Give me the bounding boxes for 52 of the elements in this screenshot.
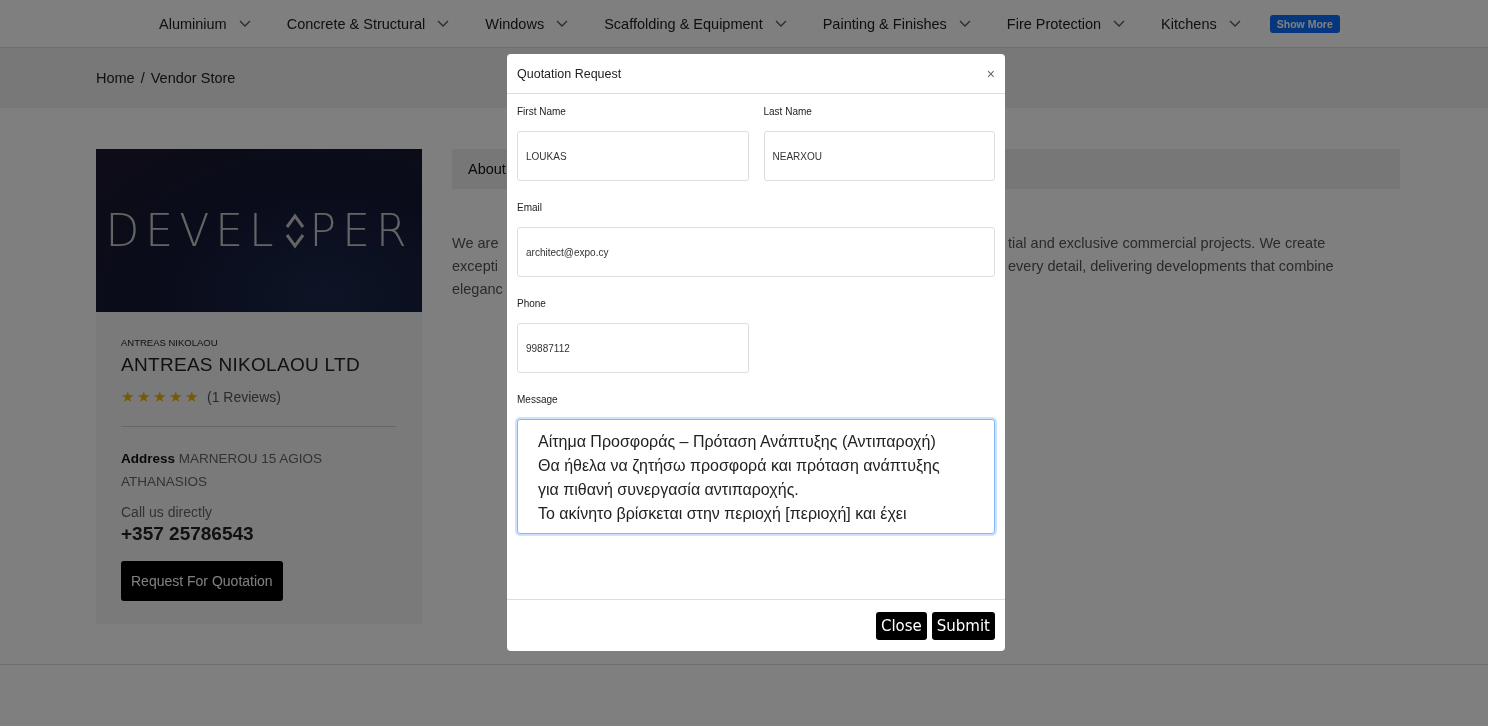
dialog-button[interactable]: Submit — [931, 611, 995, 640]
request-quotation-button[interactable]: Request For Quotation — [121, 561, 283, 601]
about-tab[interactable]: About — [468, 161, 506, 177]
chevron-down-icon — [958, 19, 971, 28]
close-button[interactable]: × — [986, 65, 995, 82]
message-field[interactable]: Αίτημα Προσφοράς – Πρόταση Ανάπτυξης (Αντιπαροχή) Θα ήθελα να ζητήσω προσφορά και πρόταση ανάπτυξης για πιθανή συνεργασία αντιπαροχής. Το ακίνητο βρίσκεται στην περιοχή [περιοχή] και έχει — [517, 419, 995, 534]
phone-field[interactable]: 99887112 — [517, 323, 749, 373]
about-text: eleganc — [452, 281, 504, 299]
star-icon: ★ — [185, 388, 198, 406]
about-text: every detail, delivering developments that combine — [1008, 258, 1335, 276]
email-field[interactable]: architect@expo.cy — [517, 227, 995, 277]
show-more-button[interactable]: Show More — [1269, 14, 1340, 33]
nav-item[interactable]: Windows — [485, 15, 569, 32]
call-label: Call us directly — [121, 504, 214, 520]
address-text: Address MARNEROU 15 AGIOS ATHANASIOS — [121, 450, 324, 491]
dialog-button[interactable]: Close — [875, 611, 927, 640]
star-icon: ★ — [153, 388, 166, 406]
owner-name: ANTREAS NIKOLAOU — [121, 337, 219, 348]
vendor-name: ANTREAS NIKOLAOU LTD — [121, 354, 361, 376]
field-label: Last Name — [763, 106, 813, 117]
star-icon: ★ — [121, 388, 134, 406]
about-text: We are — [452, 235, 500, 253]
logo-text: PER — [309, 205, 413, 256]
star-icon: ★ — [137, 388, 150, 406]
nav-item[interactable]: Painting & Finishes — [822, 15, 971, 32]
review-count: (1 Reviews) — [207, 389, 281, 405]
chevron-down-icon — [1113, 19, 1126, 28]
text-field[interactable]: LOUKAS — [517, 131, 749, 181]
breadcrumb-link[interactable]: Home — [96, 70, 135, 86]
about-text: tial and exclusive commercial projects. We create — [1008, 235, 1327, 253]
nav-item[interactable]: Scaffolding & Equipment — [604, 15, 787, 32]
nav-item[interactable]: Concrete & Structural — [286, 15, 450, 32]
nav-item[interactable]: Kitchens — [1161, 15, 1241, 32]
field-label: First Name — [517, 106, 567, 117]
text-field[interactable]: NEARXOU — [763, 131, 995, 181]
chevron-down-icon — [1228, 19, 1241, 28]
breadcrumb-link[interactable]: Vendor Store — [150, 70, 236, 86]
phone-number: +357 25786543 — [121, 523, 255, 545]
chevron-down-icon — [774, 19, 787, 28]
chevron-down-icon — [437, 19, 450, 28]
about-text: excepti — [452, 258, 499, 276]
nav-item[interactable]: Fire Protection — [1006, 15, 1126, 32]
field-label: Email — [517, 202, 543, 213]
breadcrumb-separator: / — [140, 70, 145, 86]
field-label: Message — [517, 394, 559, 405]
logo-text: DEVEL — [105, 205, 280, 256]
star-icon: ★ — [169, 388, 182, 406]
chevron-down-icon — [238, 19, 251, 28]
nav-item[interactable]: Aluminium — [159, 15, 251, 32]
chevron-down-icon — [556, 19, 569, 28]
field-label: Phone — [517, 298, 547, 309]
dialog-title: Quotation Request — [517, 66, 622, 81]
